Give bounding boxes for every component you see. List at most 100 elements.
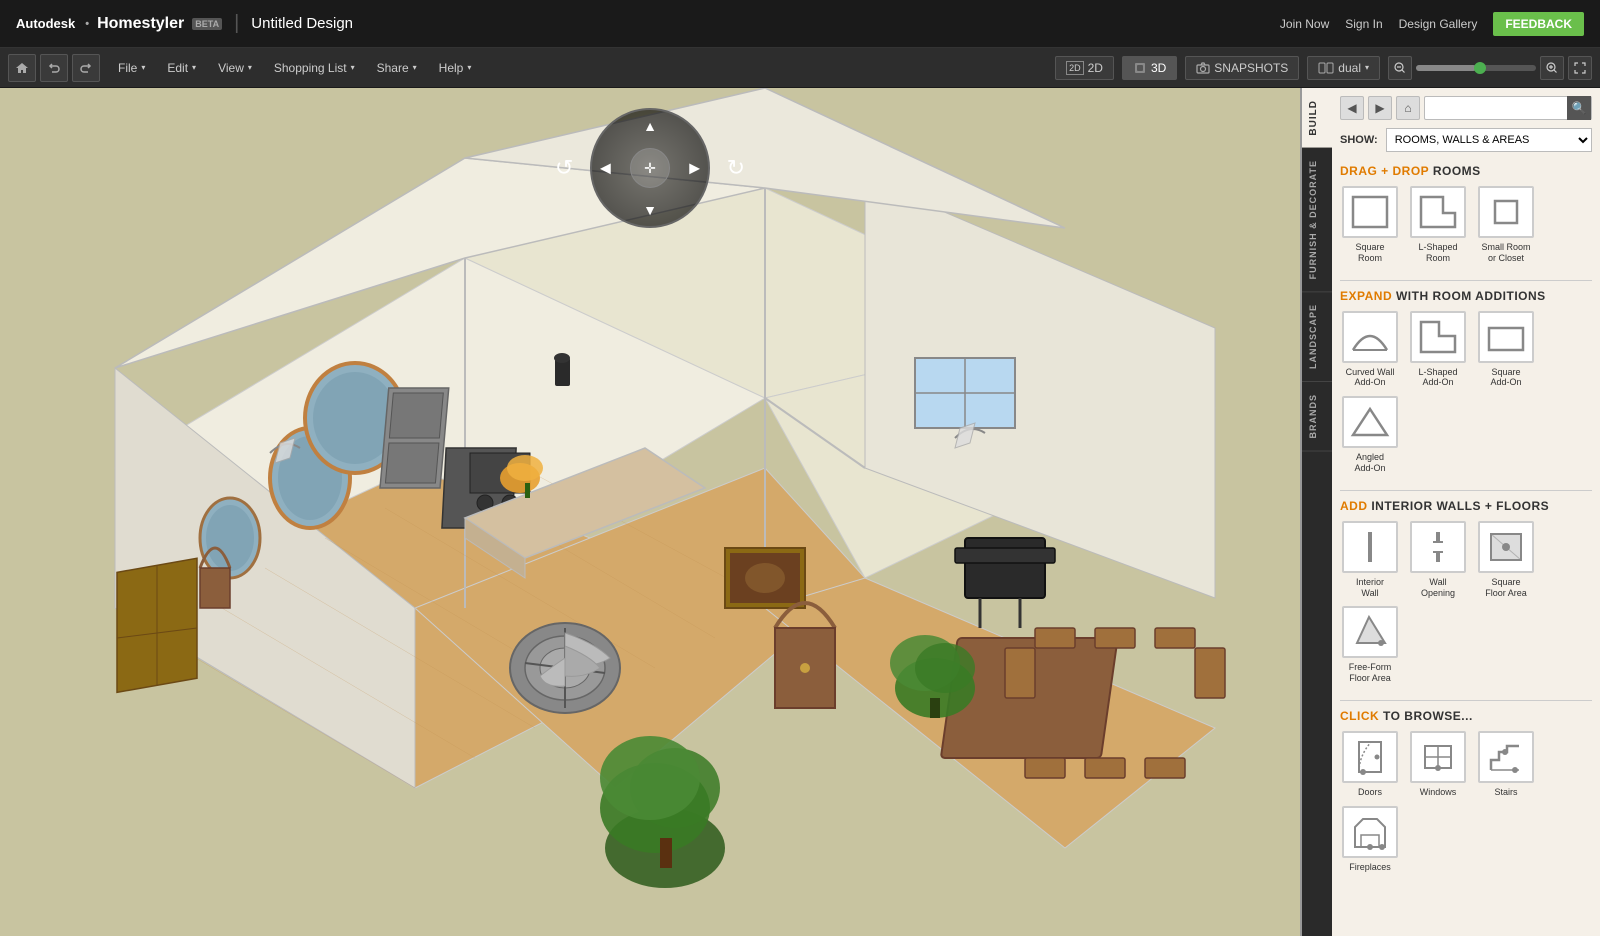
browse-heading: CLICK TO BROWSE...	[1340, 709, 1592, 723]
view-menu[interactable]: View ▾	[208, 57, 262, 79]
share-menu[interactable]: Share ▾	[367, 57, 427, 79]
l-shaped-addon-card[interactable]: L-ShapedAdd-On	[1408, 311, 1468, 389]
walls-grid: InteriorWall WallOpening	[1340, 521, 1592, 684]
dual-icon	[1318, 62, 1334, 74]
doors-label: Doors	[1358, 787, 1382, 798]
quick-access-icons	[8, 54, 100, 82]
panel-search-input[interactable]	[1425, 102, 1567, 114]
document-title[interactable]: Untitled Design	[251, 15, 353, 32]
app-logo: Autodesk • Homestyler BETA	[16, 15, 222, 33]
square-floor-icon-box[interactable]	[1478, 521, 1534, 573]
wall-opening-icon-box[interactable]	[1410, 521, 1466, 573]
freeform-floor-icon-box[interactable]	[1342, 606, 1398, 658]
small-room-icon	[1485, 193, 1527, 231]
curved-wall-card[interactable]: Curved WallAdd-On	[1340, 311, 1400, 389]
nav-right-btn[interactable]: ▶	[689, 160, 700, 177]
landscape-tab[interactable]: LANDSCAPE	[1302, 292, 1332, 382]
angled-addon-icon-box[interactable]	[1342, 396, 1398, 448]
stairs-card[interactable]: Stairs	[1476, 731, 1536, 798]
fullscreen-btn[interactable]	[1568, 56, 1592, 80]
sign-in-link[interactable]: Sign In	[1345, 17, 1382, 31]
navigation-control[interactable]: ↺ ▲ ▼ ◀ ▶ ✛ ↻	[590, 108, 710, 228]
share-menu-arrow: ▾	[413, 63, 417, 72]
snapshots-btn[interactable]: SNAPSHOTS	[1185, 56, 1299, 80]
stairs-icon	[1485, 738, 1527, 776]
square-addon-icon-box[interactable]	[1478, 311, 1534, 363]
l-shaped-addon-icon-box[interactable]	[1410, 311, 1466, 363]
join-now-link[interactable]: Join Now	[1280, 17, 1329, 31]
zoom-in-btn[interactable]	[1540, 56, 1564, 80]
stairs-icon-box[interactable]	[1478, 731, 1534, 783]
panel-forward-btn[interactable]: ▶	[1368, 96, 1392, 120]
edit-menu[interactable]: Edit ▾	[157, 57, 206, 79]
doors-icon-box[interactable]	[1342, 731, 1398, 783]
nav-ring[interactable]: ▲ ▼ ◀ ▶ ✛	[590, 108, 710, 228]
square-addon-card[interactable]: SquareAdd-On	[1476, 311, 1536, 389]
redo-btn[interactable]	[72, 54, 100, 82]
doors-icon	[1349, 738, 1391, 776]
furnish-tab[interactable]: FURNISH & DECORATE	[1302, 148, 1332, 292]
square-addon-label: SquareAdd-On	[1490, 367, 1521, 389]
view-2d-btn[interactable]: 2D 2D	[1055, 56, 1114, 80]
help-menu[interactable]: Help ▾	[429, 57, 482, 79]
panel-home-btn[interactable]: ⌂	[1396, 96, 1420, 120]
file-menu[interactable]: File ▾	[108, 57, 155, 79]
fireplaces-icon-box[interactable]	[1342, 806, 1398, 858]
nav-left-btn[interactable]: ◀	[600, 160, 611, 177]
interior-wall-icon-box[interactable]	[1342, 521, 1398, 573]
windows-label: Windows	[1420, 787, 1457, 798]
panel-search-box[interactable]: 🔍	[1424, 96, 1592, 120]
zoom-out-btn[interactable]	[1388, 56, 1412, 80]
build-tab[interactable]: BUILD	[1302, 88, 1332, 148]
square-floor-label: SquareFloor Area	[1485, 577, 1527, 599]
brands-tab[interactable]: BRANDS	[1302, 382, 1332, 452]
panel-search-button[interactable]: 🔍	[1567, 96, 1591, 120]
curved-wall-icon-box[interactable]	[1342, 311, 1398, 363]
windows-card[interactable]: Windows	[1408, 731, 1468, 798]
click-highlight: CLICK	[1340, 709, 1379, 723]
small-room-icon-box[interactable]	[1478, 186, 1534, 238]
home-quick-btn[interactable]	[8, 54, 36, 82]
angled-addon-card[interactable]: AngledAdd-On	[1340, 396, 1400, 474]
square-room-icon-box[interactable]	[1342, 186, 1398, 238]
nav-center-btn[interactable]: ✛	[630, 148, 670, 188]
curved-wall-label: Curved WallAdd-On	[1346, 367, 1395, 389]
feedback-button[interactable]: FEEDBACK	[1493, 12, 1584, 36]
design-gallery-link[interactable]: Design Gallery	[1399, 17, 1478, 31]
zoom-slider[interactable]	[1416, 65, 1536, 71]
interior-wall-label: InteriorWall	[1356, 577, 1384, 599]
nav-down-btn[interactable]: ▼	[643, 202, 657, 218]
fireplaces-icon	[1349, 813, 1391, 851]
canvas-area[interactable]: ↺ ▲ ▼ ◀ ▶ ✛ ↻	[0, 88, 1300, 936]
view-3d-btn[interactable]: 3D	[1122, 56, 1177, 80]
show-label: SHOW:	[1340, 134, 1378, 146]
interior-suffix: INTERIOR WALLS + FLOORS	[1371, 499, 1549, 513]
freeform-floor-card[interactable]: Free-FormFloor Area	[1340, 606, 1400, 684]
square-floor-card[interactable]: SquareFloor Area	[1476, 521, 1536, 599]
l-shaped-room-icon-box[interactable]	[1410, 186, 1466, 238]
l-shaped-addon-icon	[1417, 318, 1459, 356]
wall-opening-card[interactable]: WallOpening	[1408, 521, 1468, 599]
fireplaces-card[interactable]: Fireplaces	[1340, 806, 1400, 873]
drag-drop-suffix: ROOMS	[1433, 164, 1481, 178]
show-select[interactable]: ROOMS, WALLS & AREAS ALL FLOORS ONLY	[1386, 128, 1592, 152]
square-addon-icon	[1485, 318, 1527, 356]
undo-btn[interactable]	[40, 54, 68, 82]
doors-card[interactable]: Doors	[1340, 731, 1400, 798]
rotate-right-btn[interactable]: ↻	[727, 155, 745, 181]
dual-view-btn[interactable]: dual ▾	[1307, 56, 1380, 80]
square-room-card[interactable]: SquareRoom	[1340, 186, 1400, 264]
help-menu-arrow: ▾	[467, 63, 471, 72]
shopping-list-menu[interactable]: Shopping List ▾	[264, 57, 365, 79]
windows-icon	[1417, 738, 1459, 776]
windows-icon-box[interactable]	[1410, 731, 1466, 783]
shopping-list-arrow: ▾	[351, 63, 355, 72]
l-shaped-room-card[interactable]: L-ShapedRoom	[1408, 186, 1468, 264]
rotate-left-btn[interactable]: ↺	[555, 155, 573, 181]
show-row: SHOW: ROOMS, WALLS & AREAS ALL FLOORS ON…	[1340, 128, 1592, 152]
interior-wall-card[interactable]: InteriorWall	[1340, 521, 1400, 599]
edit-menu-arrow: ▾	[192, 63, 196, 72]
panel-back-btn[interactable]: ◀	[1340, 96, 1364, 120]
small-room-card[interactable]: Small Roomor Closet	[1476, 186, 1536, 264]
nav-up-btn[interactable]: ▲	[643, 118, 657, 134]
